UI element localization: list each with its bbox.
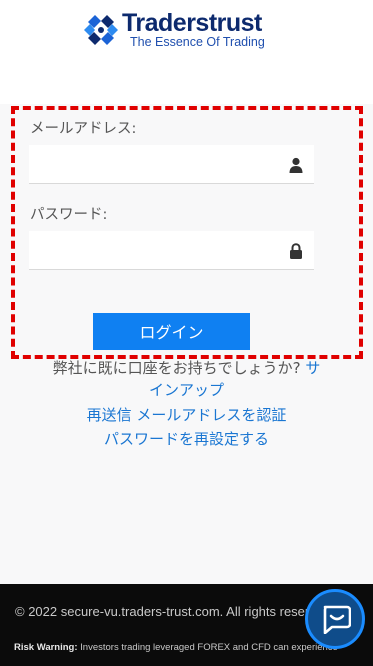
signup-prompt: 弊社に既に口座をお持ちでしょうか? bbox=[52, 359, 301, 377]
signup-line-2: インアップ bbox=[0, 379, 373, 401]
user-icon bbox=[289, 157, 303, 173]
risk-warning: Risk Warning: Investors trading leverage… bbox=[14, 642, 338, 653]
logo-mark-icon bbox=[84, 15, 118, 45]
header: Traderstrust The Essence Of Trading bbox=[0, 0, 373, 104]
resend-verify-line: 再送信 メールアドレスを認証 bbox=[0, 404, 373, 426]
signup-link-part1[interactable]: サ bbox=[305, 359, 320, 377]
reset-password-line: パスワードを再設定する bbox=[0, 428, 373, 450]
brand-name: Traderstrust bbox=[122, 9, 262, 37]
chat-bubble-icon bbox=[323, 605, 351, 634]
login-button[interactable]: ログイン bbox=[93, 313, 250, 350]
email-label: メールアドレス: bbox=[30, 121, 137, 137]
lock-icon bbox=[290, 243, 302, 259]
traderstrust-logo[interactable]: Traderstrust The Essence Of Trading bbox=[82, 9, 272, 54]
password-label: パスワード: bbox=[30, 207, 108, 223]
brand-tagline: The Essence Of Trading bbox=[130, 35, 265, 49]
signup-line-1: 弊社に既に口座をお持ちでしょうか? サ bbox=[0, 357, 373, 379]
risk-warning-text: Investors trading leveraged FOREX and CF… bbox=[77, 642, 338, 653]
password-field[interactable] bbox=[29, 231, 314, 270]
chat-button[interactable] bbox=[305, 589, 365, 649]
resend-verify-link[interactable]: 再送信 メールアドレスを認証 bbox=[87, 406, 287, 424]
reset-password-link[interactable]: パスワードを再設定する bbox=[104, 430, 269, 448]
copyright-text: © 2022 secure-vu.traders-trust.com. All … bbox=[15, 604, 334, 619]
signup-link-part2[interactable]: インアップ bbox=[149, 381, 224, 399]
risk-warning-label: Risk Warning: bbox=[14, 642, 78, 653]
email-field[interactable] bbox=[29, 145, 314, 184]
